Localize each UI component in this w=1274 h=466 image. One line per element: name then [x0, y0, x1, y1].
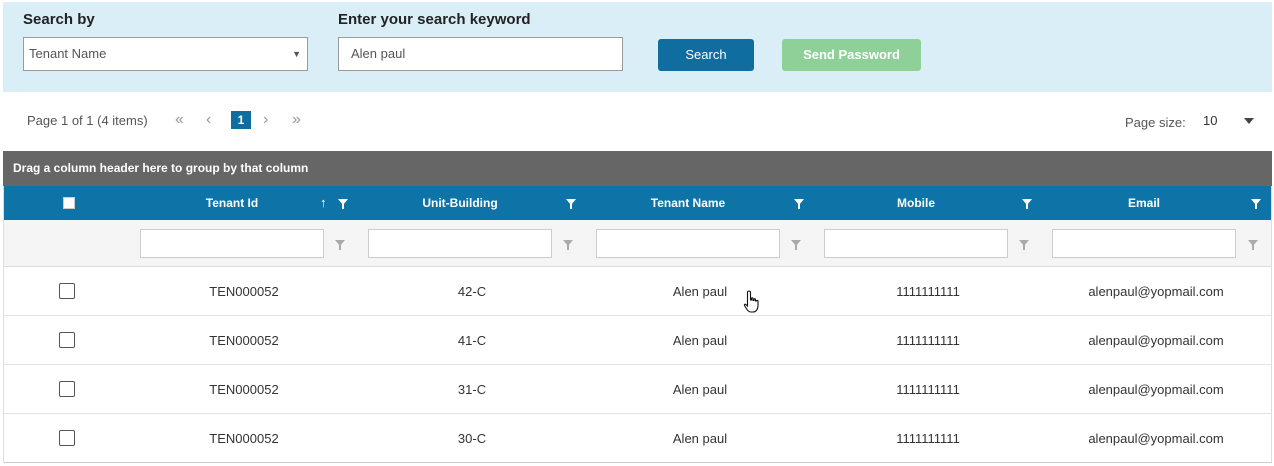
group-panel[interactable]: Drag a column header here to group by th… [3, 151, 1272, 186]
first-page-icon[interactable]: « [175, 111, 184, 129]
page-size-dropdown-icon[interactable] [1244, 118, 1254, 124]
cell-mobile: 1111111111 [896, 431, 960, 446]
dropdown-arrow-icon: ▼ [292, 49, 301, 59]
hand-cursor-icon [743, 290, 759, 313]
tenant-grid: Tenant Id ↑ Unit-Building Tenant Name Mo… [3, 186, 1272, 463]
cell-tenant-id: TEN000052 [209, 382, 279, 397]
page-number-button[interactable]: 1 [231, 111, 251, 129]
cell-tenant-name: Alen paul [672, 431, 728, 446]
grid-header: Tenant Id ↑ Unit-Building Tenant Name Mo… [3, 186, 1272, 220]
cell-email: alenpaul@yopmail.com [1088, 284, 1224, 299]
cell-email: alenpaul@yopmail.com [1088, 382, 1224, 397]
page-size-label: Page size: [1125, 115, 1186, 130]
cell-unit-building: 41-C [457, 333, 487, 348]
search-panel: Search by Tenant Name ▼ Enter your searc… [3, 2, 1272, 92]
cell-mobile: 1111111111 [896, 284, 960, 299]
cell-unit-building: 31-C [457, 382, 487, 397]
filter-row [3, 220, 1272, 267]
cell-email: alenpaul@yopmail.com [1088, 333, 1224, 348]
prev-page-icon[interactable]: ‹ [206, 111, 211, 129]
keyword-input[interactable]: Alen paul [338, 37, 623, 71]
cell-tenant-id: TEN000052 [209, 284, 279, 299]
filter-input-email[interactable] [1052, 229, 1236, 258]
table-row[interactable]: TEN000052 42-C Alen paul 1111111111 alen… [3, 267, 1272, 316]
cell-tenant-name: Alen paul [672, 333, 728, 348]
filter-input-mobile[interactable] [824, 229, 1008, 258]
row-checkbox[interactable] [59, 430, 75, 446]
cell-mobile: 1111111111 [896, 382, 960, 397]
cell-unit-building: 42-C [457, 284, 487, 299]
filter-input-tenant-id[interactable] [140, 229, 324, 258]
column-header-tenant-name[interactable]: Tenant Name [593, 186, 783, 220]
column-header-tenant-id[interactable]: Tenant Id [137, 186, 327, 220]
row-checkbox[interactable] [59, 283, 75, 299]
filter-input-tenant-name[interactable] [596, 229, 780, 258]
cell-tenant-id: TEN000052 [209, 333, 279, 348]
select-all-checkbox[interactable] [63, 197, 75, 209]
sort-ascending-icon[interactable]: ↑ [320, 195, 327, 210]
pager-info: Page 1 of 1 (4 items) [27, 113, 148, 128]
keyword-label: Enter your search keyword [338, 11, 531, 28]
table-row[interactable]: TEN000052 30-C Alen paul 1111111111 alen… [3, 414, 1272, 463]
page-size-select[interactable]: 10 [1203, 113, 1217, 128]
last-page-icon[interactable]: » [292, 111, 301, 129]
row-checkbox[interactable] [59, 381, 75, 397]
send-password-button[interactable]: Send Password [782, 39, 921, 71]
row-checkbox[interactable] [59, 332, 75, 348]
table-row[interactable]: TEN000052 31-C Alen paul 1111111111 alen… [3, 365, 1272, 414]
column-header-email[interactable]: Email [1049, 186, 1239, 220]
cell-tenant-name: Alen paul [672, 382, 728, 397]
cell-unit-building: 30-C [457, 431, 487, 446]
table-row[interactable]: TEN000052 41-C Alen paul 1111111111 alen… [3, 316, 1272, 365]
search-by-value: Tenant Name [29, 46, 107, 61]
next-page-icon[interactable]: › [263, 111, 268, 129]
column-header-unit-building[interactable]: Unit-Building [365, 186, 555, 220]
search-by-label: Search by [23, 11, 95, 28]
cell-email: alenpaul@yopmail.com [1088, 431, 1224, 446]
filter-input-unit-building[interactable] [368, 229, 552, 258]
cell-tenant-name: Alen paul [672, 284, 728, 299]
cell-tenant-id: TEN000052 [209, 431, 279, 446]
search-button[interactable]: Search [658, 39, 754, 71]
search-by-select[interactable]: Tenant Name ▼ [23, 37, 308, 71]
cell-mobile: 1111111111 [896, 333, 960, 348]
column-header-mobile[interactable]: Mobile [821, 186, 1011, 220]
